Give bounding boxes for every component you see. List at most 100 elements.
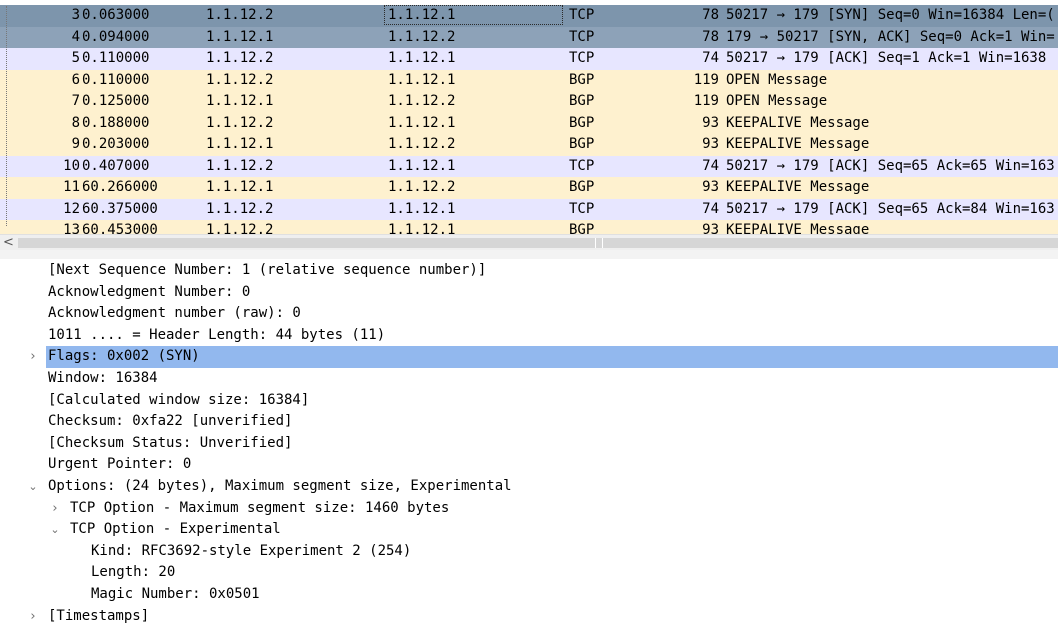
packet-row[interactable]: 11 60.266000 1.1.12.1 1.1.12.2 BGP 93 KEEPALIV… [0, 177, 1058, 199]
packet-source-cell: 1.1.12.2 [206, 7, 274, 23]
packet-info-cell: KEEPALIVE Message [726, 136, 870, 152]
packet-number-cell: 5 [71, 50, 80, 66]
packet-number-cell: 6 [71, 71, 80, 88]
tree-item[interactable]: Urgent Pointer: 0 [0, 454, 1058, 476]
tree-item[interactable]: Checksum: 0xfa22 [unverified] [0, 411, 1058, 433]
scrollbar-grip [595, 238, 603, 248]
packet-time-cell: 0.110000 [82, 71, 150, 88]
scrollbar-thumb[interactable] [18, 238, 1058, 248]
packet-info-cell: KEEPALIVE Message [726, 222, 870, 234]
packet-info-cell: KEEPALIVE Message [726, 114, 870, 131]
packet-info-cell: 50217 → 179 [SYN] Seq=0 Win=16384 Len=( [726, 7, 1055, 23]
packet-destination-cell: 1.1.12.1 [388, 157, 456, 174]
packet-length-cell: 93 [702, 179, 719, 195]
ack-number-field: Acknowledgment Number: 0 [48, 283, 251, 300]
packet-protocol-cell: BGP [569, 114, 595, 131]
packet-source-cell: 1.1.12.1 [206, 179, 274, 195]
packet-source-cell: 1.1.12.2 [206, 50, 274, 66]
packet-protocol-cell: TCP [569, 50, 595, 66]
packet-info-cell: 179 → 50217 [SYN, ACK] Seq=0 Ack=1 Win= [726, 28, 1055, 45]
packet-row[interactable]: 10 0.407000 1.1.12.2 1.1.12.1 TCP 74 50217 → 1… [0, 155, 1058, 177]
tree-item[interactable]: Acknowledgment Number: 0 [0, 282, 1058, 304]
tree-item[interactable]: ⌄ TCP Option - Experimental [0, 519, 1058, 541]
packet-row[interactable]: 8 0.188000 1.1.12.2 1.1.12.1 BGP 93 KEEPALIVE … [0, 112, 1058, 134]
packet-destination-cell: 1.1.12.1 [388, 222, 456, 234]
tree-item[interactable]: › Flags: 0x002 (SYN) [0, 346, 1058, 368]
packet-row[interactable]: 7 0.125000 1.1.12.1 1.1.12.2 BGP 119 OPEN Mess… [0, 91, 1058, 113]
pane-splitter[interactable] [0, 250, 1058, 259]
packet-length-cell: 78 [702, 7, 719, 23]
packet-source-cell: 1.1.12.2 [206, 200, 274, 217]
scroll-left-arrow-icon[interactable]: < [3, 235, 15, 251]
packet-number-cell: 4 [71, 28, 80, 45]
packet-length-cell: 78 [702, 28, 719, 45]
tree-item[interactable]: [Calculated window size: 16384] [0, 390, 1058, 412]
packet-number-cell: 12 [63, 200, 80, 217]
packet-info-cell: OPEN Message [726, 71, 828, 88]
packet-details-tree[interactable]: [Next Sequence Number: 1 (relative seque… [0, 259, 1058, 630]
chevron-right-icon[interactable]: › [27, 606, 39, 628]
kind-field: Kind: RFC3692-style Experiment 2 (254) [91, 542, 412, 559]
tree-item[interactable]: Acknowledgment number (raw): 0 [0, 303, 1058, 325]
chevron-right-icon[interactable]: › [27, 346, 39, 368]
packet-time-cell: 0.125000 [82, 93, 150, 109]
packet-destination-cell: 1.1.12.1 [388, 7, 456, 23]
option-mss-field: TCP Option - Maximum segment size: 1460 … [70, 499, 450, 516]
packet-source-cell: 1.1.12.2 [206, 114, 274, 131]
packet-number-cell: 11 [63, 179, 80, 195]
packet-protocol-cell: TCP [569, 157, 595, 174]
packet-destination-cell: 1.1.12.1 [388, 50, 456, 66]
packet-source-cell: 1.1.12.1 [206, 28, 274, 45]
chevron-down-icon[interactable]: ⌄ [49, 519, 61, 541]
tree-item[interactable]: Window: 16384 [0, 368, 1058, 390]
calc-window-field: [Calculated window size: 16384] [48, 391, 310, 408]
packet-time-cell: 60.266000 [82, 179, 158, 195]
packet-number-cell: 8 [71, 114, 80, 131]
packet-row[interactable]: 3 0.063000 1.1.12.2 1.1.12.1 TCP 78 50217 → 17… [0, 5, 1058, 27]
packet-row[interactable]: 13 60.453000 1.1.12.2 1.1.12.1 BGP 93 KEEPALIV… [0, 220, 1058, 234]
packet-length-cell: 74 [702, 157, 719, 174]
packet-protocol-cell: BGP [569, 136, 595, 152]
chevron-right-icon[interactable]: › [49, 498, 61, 520]
tree-item[interactable]: [Checksum Status: Unverified] [0, 433, 1058, 455]
packet-source-cell: 1.1.12.2 [206, 157, 274, 174]
tree-item[interactable]: [Next Sequence Number: 1 (relative seque… [0, 260, 1058, 282]
urgent-pointer-field: Urgent Pointer: 0 [48, 456, 192, 473]
packet-number-cell: 7 [71, 93, 80, 109]
packet-protocol-cell: TCP [569, 200, 595, 217]
packet-row[interactable]: 4 0.094000 1.1.12.1 1.1.12.2 TCP 78 179 → 5021… [0, 26, 1058, 48]
packet-time-cell: 0.203000 [82, 136, 150, 152]
packet-protocol-cell: BGP [569, 222, 595, 234]
length-field: Length: 20 [91, 564, 176, 581]
packet-length-cell: 119 [693, 71, 719, 88]
tree-item[interactable]: › TCP Option - Maximum segment size: 1460… [0, 498, 1058, 520]
chevron-down-icon[interactable]: ⌄ [27, 476, 39, 498]
packet-time-cell: 0.188000 [82, 114, 150, 131]
packet-length-cell: 93 [702, 222, 719, 234]
packet-info-cell: 50217 → 179 [ACK] Seq=65 Ack=65 Win=163 [726, 157, 1055, 174]
packet-time-cell: 0.063000 [82, 7, 150, 23]
horizontal-scrollbar[interactable]: < [0, 234, 1058, 250]
tree-item[interactable]: › [Timestamps] [0, 606, 1058, 628]
packet-row[interactable]: 9 0.203000 1.1.12.1 1.1.12.2 BGP 93 KEEPALIVE … [0, 134, 1058, 156]
packet-row[interactable]: 12 60.375000 1.1.12.2 1.1.12.1 TCP 74 50217 → … [0, 198, 1058, 220]
packet-info-cell: 50217 → 179 [ACK] Seq=65 Ack=84 Win=163 [726, 200, 1055, 217]
tree-item[interactable]: 1011 .... = Header Length: 44 bytes (11) [0, 325, 1058, 347]
next-seq-field: [Next Sequence Number: 1 (relative seque… [48, 262, 487, 278]
tree-item[interactable]: Length: 20 [0, 562, 1058, 584]
tree-item[interactable]: ⌄ Options: (24 bytes), Maximum segment si… [0, 476, 1058, 498]
packet-row[interactable]: 6 0.110000 1.1.12.2 1.1.12.1 BGP 119 OPEN Mess… [0, 69, 1058, 91]
packet-destination-cell: 1.1.12.2 [388, 179, 456, 195]
packet-row[interactable]: 5 0.110000 1.1.12.2 1.1.12.1 TCP 74 50217 → 17… [0, 48, 1058, 70]
packet-protocol-cell: TCP [569, 7, 595, 23]
tree-item[interactable]: Kind: RFC3692-style Experiment 2 (254) [0, 541, 1058, 563]
packet-length-cell: 93 [702, 136, 719, 152]
checksum-field: Checksum: 0xfa22 [unverified] [48, 413, 293, 430]
option-experimental-field: TCP Option - Experimental [70, 521, 281, 538]
packet-length-cell: 93 [702, 114, 719, 131]
magic-number-field: Magic Number: 0x0501 [91, 586, 260, 602]
packet-list[interactable]: 3 0.063000 1.1.12.2 1.1.12.1 TCP 78 50217 → 17… [0, 0, 1058, 234]
tree-item[interactable]: Magic Number: 0x0501 [0, 584, 1058, 606]
options-field: Options: (24 bytes), Maximum segment siz… [48, 478, 512, 494]
packet-protocol-cell: BGP [569, 179, 595, 195]
